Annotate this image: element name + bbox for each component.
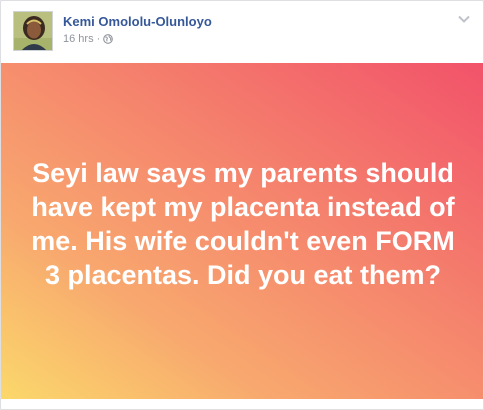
meta-separator: ·: [96, 33, 101, 45]
profile-photo: [14, 12, 52, 50]
status-background: Seyi law says my parents should have kep…: [1, 63, 483, 399]
author-name-link[interactable]: Kemi Omololu-Olunloyo: [63, 14, 212, 29]
status-text: Seyi law says my parents should have kep…: [31, 158, 455, 290]
chevron-down-icon[interactable]: [457, 14, 471, 24]
avatar[interactable]: [13, 11, 53, 51]
post-header: Kemi Omololu-Olunloyo 16 hrs ·: [1, 1, 483, 63]
post-meta: 16 hrs ·: [63, 33, 114, 45]
post-footer: [1, 399, 483, 409]
globe-icon[interactable]: [103, 34, 114, 44]
post-card: Kemi Omololu-Olunloyo 16 hrs · Seyi law …: [0, 0, 484, 410]
post-timestamp[interactable]: 16 hrs: [63, 33, 94, 45]
